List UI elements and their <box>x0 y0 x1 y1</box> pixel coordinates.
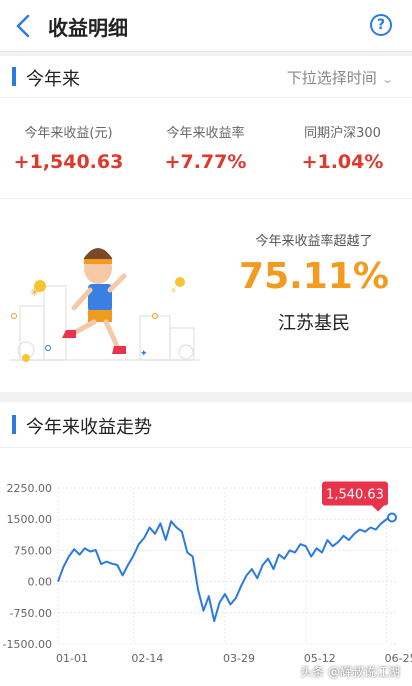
svg-text:⚡: ⚡ <box>170 286 177 297</box>
dropdown-label: 下拉选择时间 <box>286 69 377 87</box>
y-tick-label: 2250.00 <box>7 482 53 495</box>
section-header: 今年来 下拉选择时间 ⌄ <box>0 56 412 98</box>
runner-illustration: ✳ ✦ ⚡ <box>10 248 200 362</box>
ytd-summary-card: 今年来 下拉选择时间 ⌄ 今年来收益(元) +1,540.63 今年来收益率 +7… <box>0 56 412 392</box>
stat-value: +1,540.63 <box>13 151 124 173</box>
accent-bar <box>12 415 16 434</box>
y-tick-label: -1500.00 <box>3 638 52 651</box>
y-tick-label: 1500.00 <box>7 513 53 526</box>
chevron-left-icon[interactable] <box>6 8 42 44</box>
accent-bar <box>12 67 16 86</box>
svg-text:✳: ✳ <box>30 286 39 299</box>
stat-ytd-income: 今年来收益(元) +1,540.63 <box>0 122 137 173</box>
stat-hs300: 同期沪深300 +1.04% <box>274 122 411 173</box>
last-value-label: 1,540.63 <box>326 488 384 503</box>
stat-label: 今年来收益(元) <box>24 126 113 141</box>
stat-label: 同期沪深300 <box>304 126 381 141</box>
beat-label: 今年来收益率超越了 <box>255 234 373 249</box>
stat-value: +1.04% <box>301 151 384 173</box>
stat-label: 今年来收益率 <box>166 126 245 141</box>
divider <box>0 198 412 199</box>
beat-group: 江苏基民 <box>278 313 350 334</box>
income-trend-chart[interactable]: 2250.00 1500.00 750.00 0.00 -750.00 -1500.00 0… <box>0 450 412 686</box>
back-arrow <box>16 14 30 38</box>
y-tick-label: 750.00 <box>14 544 53 557</box>
stat-ytd-return-rate: 今年来收益率 +7.77% <box>137 122 274 173</box>
page-title: 收益明细 <box>48 16 128 40</box>
watermark: 头条 @辉叔说江湖 <box>300 665 400 679</box>
y-tick-label: -750.00 <box>10 607 52 620</box>
y-tick-label: 0.00 <box>28 576 53 589</box>
section-header: 今年来收益走势 <box>0 402 412 448</box>
x-tick-label: 03-29 <box>223 652 255 665</box>
section-title: 今年来 <box>26 69 80 90</box>
last-value-badge-pointer <box>372 505 384 512</box>
svg-text:✦: ✦ <box>140 349 148 359</box>
last-point-marker <box>387 512 397 523</box>
time-range-dropdown[interactable]: 下拉选择时间 ⌄ <box>286 67 394 88</box>
x-tick-label: 01-01 <box>56 652 88 665</box>
chevron-down-icon: ⌄ <box>380 73 394 86</box>
section-title: 今年来收益走势 <box>26 417 152 438</box>
ytd-trend-card: 今年来收益走势 2250.00 1500.00 750.00 0.00 -750.00 -… <box>0 402 412 686</box>
top-bar: 收益明细 ? <box>0 0 412 52</box>
help-icon[interactable]: ? <box>370 14 392 36</box>
beat-percent: 75.11% <box>239 256 389 297</box>
stat-value: +7.77% <box>164 151 247 173</box>
x-tick-label: 02-14 <box>131 652 163 665</box>
